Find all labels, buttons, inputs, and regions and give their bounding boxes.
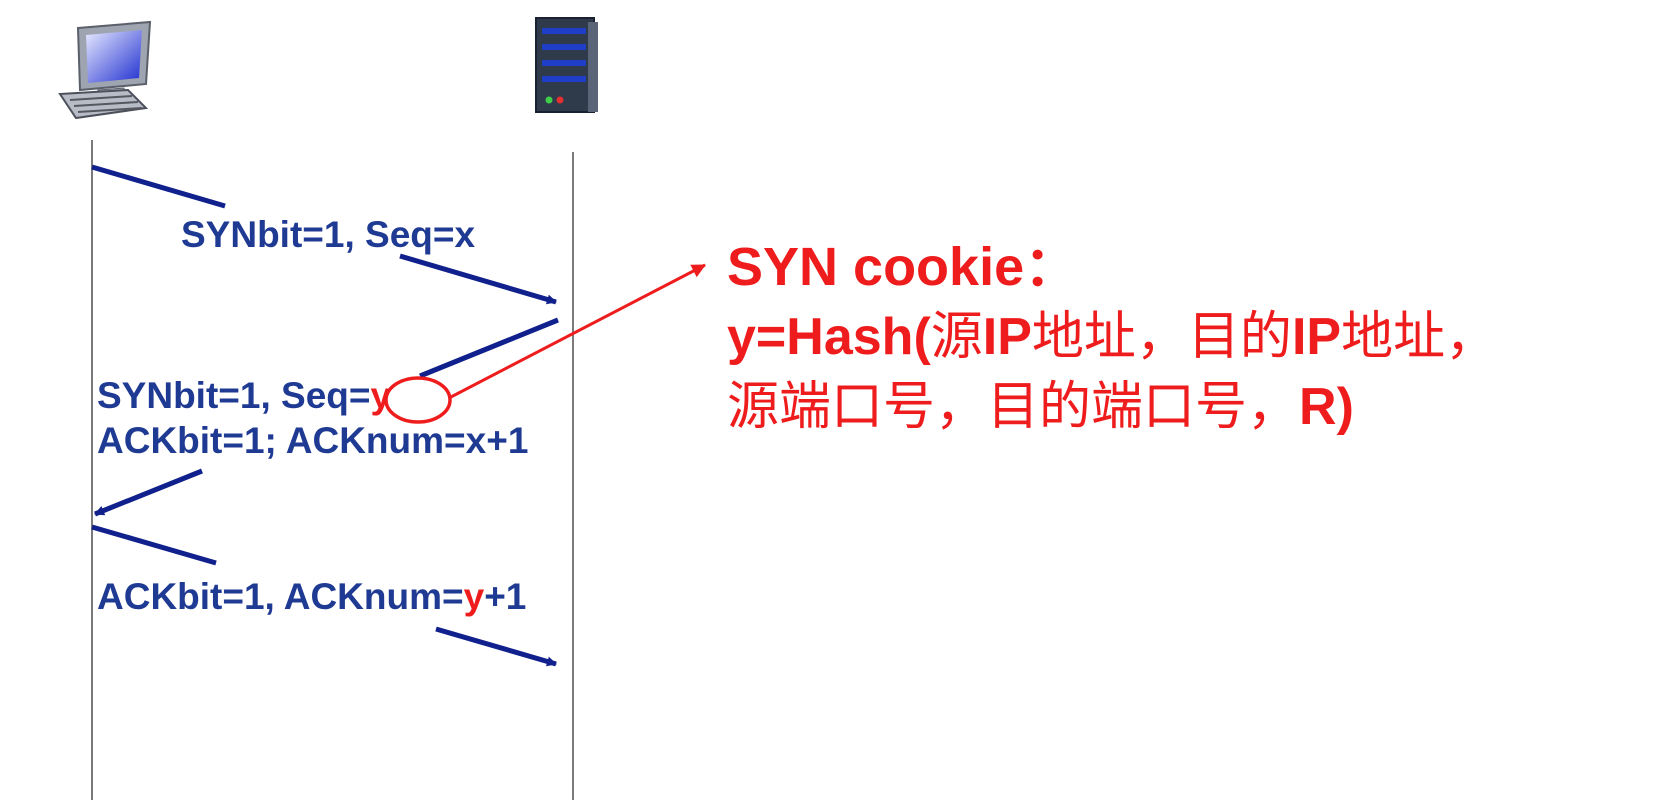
synack-label-line1: SYNbit=1, Seq=y	[97, 374, 391, 418]
ack-suffix: +1	[484, 576, 527, 617]
ack-y: y	[463, 576, 485, 617]
ack-label: ACKbit=1, ACKnum=y+1	[97, 575, 526, 619]
hash-arg-src: 源	[930, 308, 983, 366]
syn-cookie-title: SYN cookie：	[727, 237, 1079, 297]
hash-arg-ip2: IP	[1291, 308, 1342, 366]
synack-seq-y: y	[370, 375, 392, 416]
hash-arg-ip1: IP	[982, 308, 1032, 366]
hash-arg-ports: 源端口号，目的端口号，	[727, 378, 1300, 436]
synack-label-line2: ACKbit=1; ACKnum=x+1	[97, 420, 529, 461]
syn-cookie-formula-line2: 源端口号，目的端口号，R)	[727, 372, 1497, 442]
hash-function: y=Hash(	[727, 308, 931, 366]
cookie-pointer-arrow	[448, 263, 706, 400]
syn-cookie-formula-line1: y=Hash(源IP地址，目的IP地址，	[727, 302, 1497, 372]
hash-arg-r: R)	[1299, 378, 1354, 436]
syn-cookie-note: SYN cookie： y=Hash(源IP地址，目的IP地址， 源端口号，目的…	[727, 232, 1497, 442]
desktop-computer-icon	[58, 20, 152, 120]
hash-arg-addr1: 地址，目的	[1031, 308, 1292, 366]
hash-arg-addr2: 地址，	[1341, 308, 1498, 366]
server-tower-icon	[535, 17, 598, 113]
ack-prefix: ACKbit=1, ACKnum=	[97, 576, 464, 617]
y-highlight-circle	[384, 376, 452, 424]
syn-label: SYNbit=1, Seq=x	[181, 214, 476, 255]
synack-seq-prefix: SYNbit=1, Seq=	[97, 375, 371, 416]
